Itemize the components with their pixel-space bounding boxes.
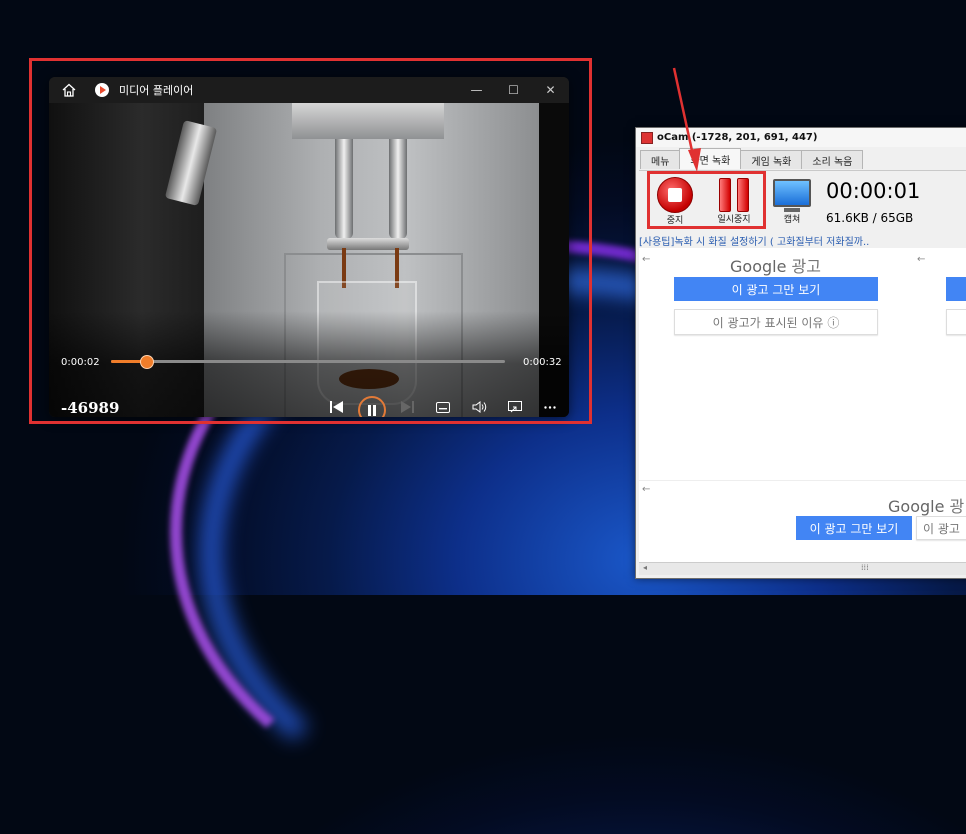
annotation-arrow	[672, 67, 701, 172]
